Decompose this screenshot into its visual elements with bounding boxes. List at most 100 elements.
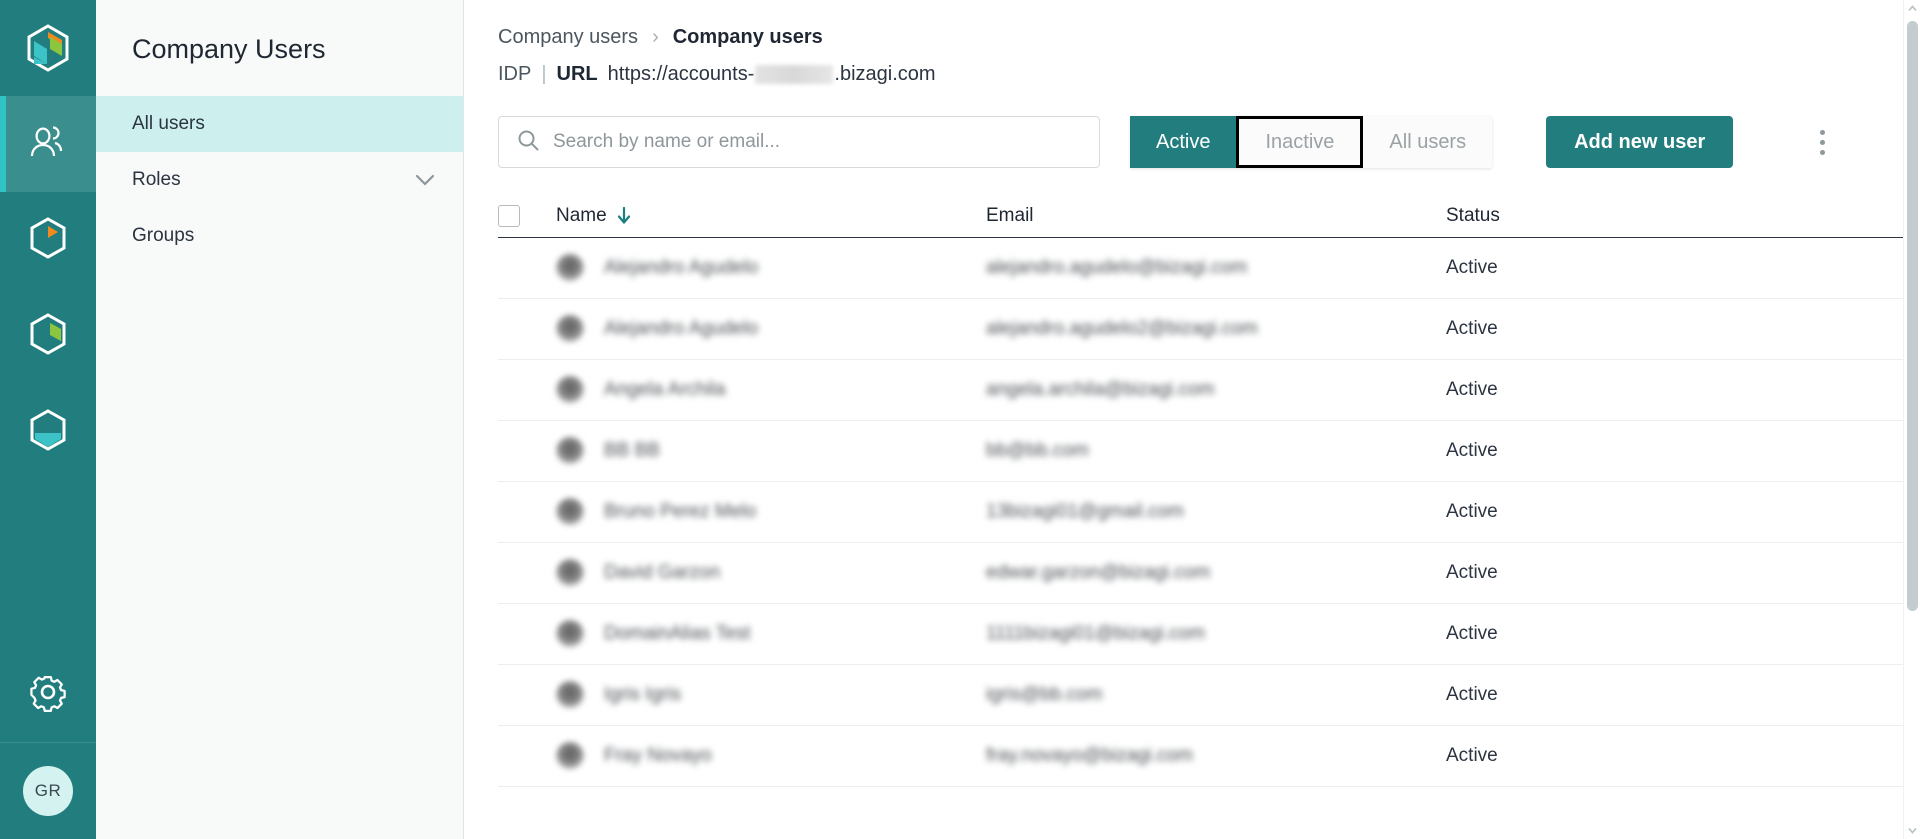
search-input[interactable] [553, 131, 1081, 153]
table-row[interactable]: BB BB bb@bb.com Active [498, 421, 1906, 482]
status-badge: Active [1446, 440, 1498, 461]
row-avatar-icon [556, 498, 584, 526]
row-status-cell: Active [1446, 318, 1906, 340]
filter-active-label: Active [1156, 130, 1211, 153]
column-header-email[interactable]: Email [986, 205, 1446, 227]
row-name-value: Alejandro Agudelo [604, 257, 759, 278]
table-row[interactable]: Igris Igris igris@bb.com Active [498, 665, 1906, 726]
search-box[interactable] [498, 116, 1100, 168]
column-header-email-label: Email [986, 204, 1034, 226]
select-all-checkbox[interactable] [498, 204, 520, 227]
app-root: GR Company Users All users Roles Groups … [0, 0, 1920, 839]
row-name-value: DomainAlias Test [604, 623, 751, 644]
table-row[interactable]: Alejandro Agudelo alejandro.agudelo2@biza… [498, 299, 1906, 360]
row-name-cell: Igris Igris [556, 681, 986, 709]
rail-item-studio[interactable] [0, 288, 96, 384]
row-email-value: angela.archila@bizagi.com [986, 379, 1215, 400]
filter-all-users-label: All users [1389, 130, 1467, 153]
row-email-value: igris@bb.com [986, 684, 1103, 705]
row-name-value: David Garzon [604, 562, 721, 583]
row-name-value: Bruno Perez Melo [604, 501, 757, 522]
select-all-cell [498, 204, 556, 227]
row-avatar-icon [556, 376, 584, 404]
idp-url-row: IDP | URL https://accounts- .bizagi.com [464, 49, 1920, 86]
sidebar-item-all-users[interactable]: All users [96, 96, 463, 152]
settings-button[interactable] [0, 647, 96, 743]
row-name-value: Fray Novayo [604, 745, 712, 766]
column-header-status[interactable]: Status [1446, 205, 1906, 227]
idp-url-suffix: .bizagi.com [834, 63, 936, 85]
scrollbar-thumb[interactable] [1907, 21, 1918, 611]
row-avatar-icon [556, 620, 584, 648]
row-status-cell: Active [1446, 684, 1906, 706]
people-icon [28, 124, 68, 165]
status-filter-group: Active Inactive All users [1130, 116, 1493, 168]
row-email-cell: alejandro.agudelo2@bizagi.com [986, 318, 1446, 340]
sidebar-item-label: Groups [132, 225, 195, 246]
column-header-status-label: Status [1446, 204, 1500, 226]
row-name-cell: David Garzon [556, 559, 986, 587]
status-badge: Active [1446, 562, 1498, 583]
kebab-dot [1819, 139, 1825, 145]
row-email-cell: alejandro.agudelo@bizagi.com [986, 257, 1446, 279]
chevron-down-icon [415, 174, 435, 186]
row-email-value: alejandro.agudelo2@bizagi.com [986, 318, 1258, 339]
main-content: Company users › Company users IDP | URL … [464, 0, 1920, 839]
row-status-cell: Active [1446, 745, 1906, 767]
row-status-cell: Active [1446, 501, 1906, 523]
filter-all-users[interactable]: All users [1363, 116, 1493, 168]
table-header-row: Name Email Status [498, 194, 1906, 238]
row-name-cell: Alejandro Agudelo [556, 254, 986, 282]
avatar[interactable]: GR [23, 766, 73, 816]
chevron-down-icon[interactable] [1904, 822, 1920, 839]
user-avatar-container: GR [0, 743, 96, 839]
rail-item-modeler[interactable] [0, 192, 96, 288]
table-row[interactable]: David Garzon edwar.garzon@bizagi.com Activ… [498, 543, 1906, 604]
row-email-cell: igris@bb.com [986, 684, 1446, 706]
arrow-down-icon[interactable] [617, 206, 631, 225]
idp-url-prefix: https://accounts- [607, 63, 755, 85]
users-toolbar: Active Inactive All users Add new user [464, 86, 1920, 168]
column-header-name[interactable]: Name [556, 205, 986, 227]
scrollbar-track[interactable] [1904, 17, 1920, 822]
table-row[interactable]: Alejandro Agudelo alejandro.agudelo@bizag… [498, 238, 1906, 299]
row-email-value: 13bizagi01@gmail.com [986, 501, 1184, 522]
row-email-cell: 1111bizagi01@bizagi.com [986, 623, 1446, 645]
breadcrumb-parent[interactable]: Company users [498, 26, 638, 49]
row-email-cell: angela.archila@bizagi.com [986, 379, 1446, 401]
status-badge: Active [1446, 318, 1498, 339]
filter-inactive-label: Inactive [1265, 130, 1335, 153]
row-name-value: BB BB [604, 440, 660, 461]
status-badge: Active [1446, 623, 1498, 644]
row-email-cell: 13bizagi01@gmail.com [986, 501, 1446, 523]
row-email-cell: bb@bb.com [986, 440, 1446, 462]
chevron-up-icon[interactable] [1904, 0, 1920, 17]
filter-active[interactable]: Active [1130, 116, 1237, 168]
rail-item-automation[interactable] [0, 384, 96, 480]
secondary-sidebar: Company Users All users Roles Groups [96, 0, 464, 839]
more-vertical-icon[interactable] [1805, 122, 1839, 162]
row-name-value: Igris Igris [604, 684, 682, 705]
hexagon-green-icon [29, 312, 67, 360]
row-status-cell: Active [1446, 440, 1906, 462]
avatar-initials: GR [34, 781, 62, 800]
sidebar-item-groups[interactable]: Groups [96, 208, 463, 264]
row-email-value: fray.novayo@bizagi.com [986, 745, 1193, 766]
row-email-value: alejandro.agudelo@bizagi.com [986, 257, 1248, 278]
filter-inactive[interactable]: Inactive [1236, 116, 1364, 168]
table-row[interactable]: DomainAlias Test 1111bizagi01@bizagi.com A… [498, 604, 1906, 665]
page-title: Company Users [132, 34, 326, 64]
bizagi-hexagon-logo[interactable] [0, 0, 96, 96]
idp-url-label: URL [556, 63, 598, 85]
sidebar-item-roles[interactable]: Roles [96, 152, 463, 208]
table-row[interactable]: Bruno Perez Melo 13bizagi01@gmail.com Acti… [498, 482, 1906, 543]
row-email-value: bb@bb.com [986, 440, 1089, 461]
sidebar-item-label: Roles [132, 169, 181, 190]
add-new-user-button[interactable]: Add new user [1546, 116, 1734, 168]
gear-icon [28, 672, 68, 717]
table-row[interactable]: Fray Novayo fray.novayo@bizagi.com Active [498, 726, 1906, 787]
table-row[interactable]: Angela Archila angela.archila@bizagi.com A… [498, 360, 1906, 421]
vertical-scrollbar[interactable] [1903, 0, 1920, 839]
status-badge: Active [1446, 379, 1498, 400]
rail-item-users[interactable] [0, 96, 96, 192]
